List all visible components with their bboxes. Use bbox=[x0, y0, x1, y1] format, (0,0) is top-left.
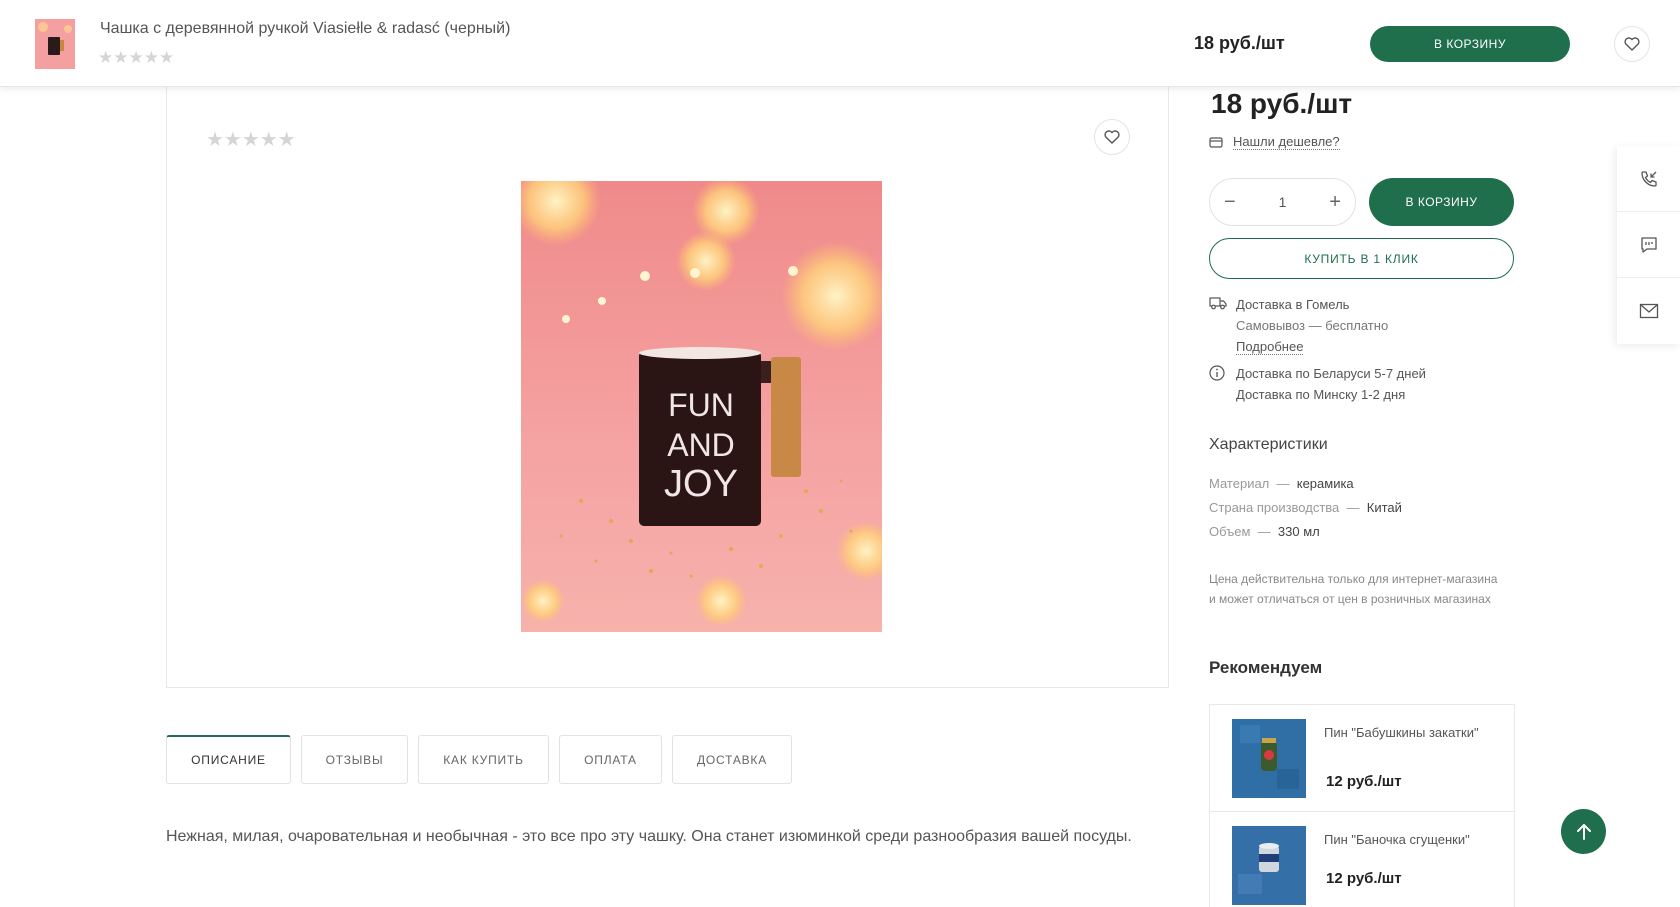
favorite-button[interactable] bbox=[1614, 26, 1650, 62]
heart-icon bbox=[1104, 130, 1120, 144]
product-title: Чашка с деревянной ручкой Viasiełle & ra… bbox=[100, 20, 511, 37]
delivery-city: Доставка в Гомель bbox=[1236, 297, 1350, 312]
callback-button[interactable] bbox=[1617, 146, 1680, 212]
delivery-times: Доставка по Беларуси 5-7 дней Доставка п… bbox=[1209, 363, 1426, 405]
product-price: 18 руб./шт bbox=[1194, 33, 1285, 53]
char-row: Объем — 330 мл bbox=[1209, 524, 1320, 539]
phone-call-icon bbox=[1640, 170, 1657, 187]
recommend-image[interactable] bbox=[1232, 719, 1306, 798]
chat-icon bbox=[1640, 236, 1657, 253]
recommend-price: 12 руб./шт bbox=[1326, 773, 1402, 790]
recommend-price: 12 руб./шт bbox=[1326, 870, 1402, 887]
product-gallery: ★★★★★ FUN AND JOY bbox=[166, 87, 1169, 688]
truck-icon bbox=[1209, 297, 1227, 310]
found-cheaper-link[interactable]: Нашли дешевле? bbox=[1209, 134, 1340, 150]
recommend-name[interactable]: Пин "Бабушкины закатки" bbox=[1324, 723, 1499, 742]
favorite-button[interactable] bbox=[1094, 119, 1130, 155]
wallet-icon bbox=[1209, 137, 1223, 148]
found-cheaper-label: Нашли дешевле? bbox=[1233, 134, 1340, 150]
decrement-button[interactable]: − bbox=[1224, 191, 1236, 214]
characteristics-list: Материал — керамика Страна производства … bbox=[1209, 472, 1402, 544]
sticky-product-bar: Чашка с деревянной ручкой Viasiełle & ra… bbox=[0, 0, 1680, 87]
delivery-more-link[interactable]: Подробнее bbox=[1236, 339, 1304, 355]
scroll-to-top-button[interactable] bbox=[1561, 809, 1606, 854]
product-thumbnail[interactable] bbox=[35, 19, 75, 69]
tab-description[interactable]: ОПИСАНИЕ bbox=[166, 735, 291, 784]
tab-how-to-buy[interactable]: КАК КУПИТЬ bbox=[418, 735, 549, 784]
mug-print-line: FUN bbox=[668, 387, 734, 423]
tab-reviews[interactable]: ОТЗЫВЫ bbox=[301, 735, 408, 784]
recommend-image[interactable] bbox=[1232, 826, 1306, 905]
add-to-cart-button[interactable]: В КОРЗИНУ bbox=[1369, 178, 1514, 226]
quantity-value[interactable]: 1 bbox=[1279, 194, 1287, 210]
delivery-belarus: Доставка по Беларуси 5-7 дней bbox=[1236, 366, 1426, 381]
contact-widget bbox=[1617, 146, 1680, 344]
heart-icon bbox=[1624, 37, 1640, 51]
tab-payment[interactable]: ОПЛАТА bbox=[559, 735, 662, 784]
arrow-up-icon bbox=[1576, 823, 1591, 840]
recommend-name[interactable]: Пин "Баночка сгущенки" bbox=[1324, 830, 1499, 849]
product-price: 18 руб./шт bbox=[1211, 88, 1353, 119]
characteristics-heading: Характеристики bbox=[1209, 436, 1328, 453]
product-photo[interactable]: FUN AND JOY bbox=[521, 181, 882, 632]
list-item[interactable]: Пин "Бабушкины закатки" 12 руб./шт bbox=[1210, 705, 1514, 811]
quantity-stepper: − 1 + bbox=[1209, 178, 1356, 226]
rating-stars[interactable]: ★★★★★ bbox=[98, 48, 174, 68]
mug-print-line: JOY bbox=[664, 463, 738, 505]
recommend-heading: Рекомендуем bbox=[1209, 658, 1323, 677]
buy-one-click-button[interactable]: КУПИТЬ В 1 КЛИК bbox=[1209, 238, 1514, 279]
info-icon bbox=[1209, 365, 1225, 381]
chat-button[interactable] bbox=[1617, 212, 1680, 278]
product-description: Нежная, милая, очаровательная и необычна… bbox=[166, 828, 1132, 845]
char-row: Страна производства — Китай bbox=[1209, 500, 1402, 515]
delivery-minsk: Доставка по Минску 1-2 дня bbox=[1236, 387, 1406, 402]
add-to-cart-button[interactable]: В КОРЗИНУ bbox=[1370, 26, 1570, 62]
mug-print-line: AND bbox=[667, 427, 735, 463]
delivery-info: Доставка в Гомель Самовывоз — бесплатно … bbox=[1209, 294, 1388, 357]
price-note: Цена действительна только для интернет-м… bbox=[1209, 572, 1498, 606]
recommend-list: Пин "Бабушкины закатки" 12 руб./шт Пин "… bbox=[1209, 704, 1515, 907]
increment-button[interactable]: + bbox=[1329, 191, 1341, 214]
tab-delivery[interactable]: ДОСТАВКА bbox=[672, 735, 792, 784]
pickup-info: Самовывоз — бесплатно bbox=[1236, 318, 1389, 333]
char-row: Материал — керамика bbox=[1209, 476, 1354, 491]
list-item[interactable]: Пин "Баночка сгущенки" 12 руб./шт bbox=[1210, 811, 1514, 907]
email-button[interactable] bbox=[1617, 278, 1680, 344]
mail-icon bbox=[1639, 303, 1658, 319]
rating-stars[interactable]: ★★★★★ bbox=[206, 127, 296, 152]
